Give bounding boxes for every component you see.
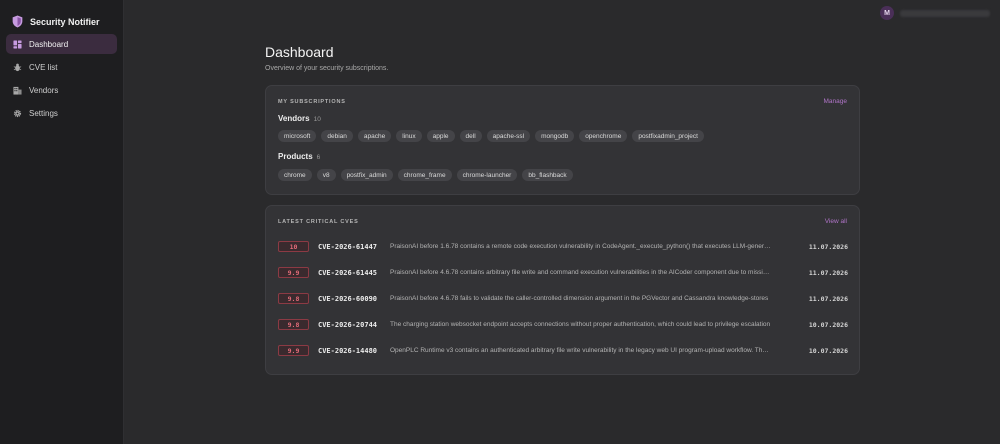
critical-cves-card: LATEST CRITICAL CVES View all 10 CVE-202…	[265, 205, 860, 375]
cve-row[interactable]: 10 CVE-2026-61447 PraisonAI before 1.6.7…	[278, 240, 848, 253]
vendors-count: 10	[313, 116, 321, 123]
brand[interactable]: Security Notifier	[0, 0, 123, 32]
cve-id[interactable]: CVE-2026-60090	[318, 295, 390, 303]
sidebar-item-label: Vendors	[29, 85, 59, 95]
cve-id[interactable]: CVE-2026-61447	[318, 243, 390, 251]
cve-date: 10.07.2026	[808, 346, 848, 355]
subscriptions-label: MY SUBSCRIPTIONS	[278, 99, 346, 105]
cve-date: 11.07.2026	[808, 268, 848, 277]
vendors-heading: Vendors 10	[278, 114, 321, 123]
products-title: Products	[278, 152, 313, 161]
vendor-chips: microsoft debian apache linux apple dell…	[278, 130, 704, 142]
avatar[interactable]: M	[880, 6, 894, 20]
vendor-chip[interactable]: postfixadmin_project	[632, 130, 704, 142]
page-subtitle: Overview of your security subscriptions.	[265, 65, 389, 72]
page-title: Dashboard	[265, 44, 334, 60]
sidebar-nav: Dashboard CVE list Vendors Settings	[0, 34, 123, 123]
vendor-chip[interactable]: apple	[426, 130, 455, 142]
sidebar-item-dashboard[interactable]: Dashboard	[6, 34, 117, 54]
critical-cves-label: LATEST CRITICAL CVES	[278, 219, 359, 225]
cve-description: PraisonAI before 4.6.78 contains arbitra…	[390, 269, 772, 276]
cve-description: PraisonAI before 4.6.78 fails to validat…	[390, 295, 769, 302]
building-icon	[13, 86, 22, 95]
cve-row[interactable]: 9.8 CVE-2026-60090 PraisonAI before 4.6.…	[278, 292, 848, 305]
cve-date: 10.07.2026	[808, 320, 848, 329]
cve-row[interactable]: 9.9 CVE-2026-61445 PraisonAI before 4.6.…	[278, 266, 848, 279]
cve-row[interactable]: 9.9 CVE-2026-14480 OpenPLC Runtime v3 co…	[278, 344, 848, 357]
sidebar: Security Notifier Dashboard CVE list Ven…	[0, 0, 124, 444]
cve-date: 11.07.2026	[808, 294, 848, 303]
sidebar-item-vendors[interactable]: Vendors	[6, 80, 117, 100]
shield-logo-icon	[12, 15, 23, 28]
severity-score-badge: 9.8	[278, 319, 309, 330]
vendor-chip[interactable]: apache	[357, 130, 392, 142]
vendor-chip[interactable]: linux	[396, 130, 422, 142]
sidebar-item-label: Dashboard	[29, 39, 69, 49]
severity-score-badge: 9.9	[278, 267, 309, 278]
cve-description: The charging station websocket endpoint …	[390, 321, 771, 328]
bug-icon	[13, 63, 22, 72]
product-chip[interactable]: chrome	[278, 169, 312, 181]
product-chip[interactable]: bb_flashback	[522, 169, 573, 181]
cve-description: OpenPLC Runtime v3 contains an authentic…	[390, 347, 772, 354]
user-email-redacted	[900, 9, 990, 17]
cve-date: 11.07.2026	[808, 242, 848, 251]
vendor-chip[interactable]: mongodb	[535, 130, 575, 142]
user-menu[interactable]: M	[880, 6, 990, 20]
product-chip[interactable]: postfix_admin	[340, 169, 393, 181]
product-chip[interactable]: chrome_frame	[397, 169, 452, 181]
vendor-chip[interactable]: microsoft	[278, 130, 317, 142]
gear-icon	[13, 109, 22, 118]
subscriptions-card: MY SUBSCRIPTIONS Manage Vendors 10 micros…	[265, 85, 860, 195]
severity-score-badge: 9.8	[278, 293, 309, 304]
product-chips: chrome v8 postfix_admin chrome_frame chr…	[278, 169, 573, 181]
sidebar-item-cve-list[interactable]: CVE list	[6, 57, 117, 77]
cve-id[interactable]: CVE-2026-14480	[318, 347, 390, 355]
cve-row[interactable]: 9.8 CVE-2026-20744 The charging station …	[278, 318, 848, 331]
main-content: Dashboard Overview of your security subs…	[265, 44, 860, 375]
app-title: Security Notifier	[30, 16, 100, 27]
vendor-chip[interactable]: dell	[459, 130, 482, 142]
vendor-chip[interactable]: debian	[321, 130, 353, 142]
products-heading: Products 6	[278, 152, 320, 161]
severity-score-badge: 9.9	[278, 345, 309, 356]
sidebar-item-label: CVE list	[29, 62, 58, 72]
product-chip[interactable]: v8	[316, 169, 336, 181]
product-chip[interactable]: chrome-launcher	[456, 169, 518, 181]
cve-id[interactable]: CVE-2026-61445	[318, 269, 390, 277]
cve-id[interactable]: CVE-2026-20744	[318, 321, 390, 329]
dashboard-icon	[13, 39, 22, 49]
view-all-link[interactable]: View all	[825, 218, 847, 225]
vendor-chip[interactable]: apache-ssl	[486, 130, 531, 142]
vendor-chip[interactable]: openchrome	[579, 130, 628, 142]
vendors-title: Vendors	[278, 114, 310, 123]
sidebar-item-settings[interactable]: Settings	[6, 103, 117, 123]
severity-score-badge: 10	[278, 241, 309, 252]
products-count: 6	[316, 154, 321, 161]
cve-description: PraisonAI before 1.6.78 contains a remot…	[390, 243, 772, 250]
manage-link[interactable]: Manage	[824, 98, 848, 105]
sidebar-item-label: Settings	[29, 108, 58, 118]
